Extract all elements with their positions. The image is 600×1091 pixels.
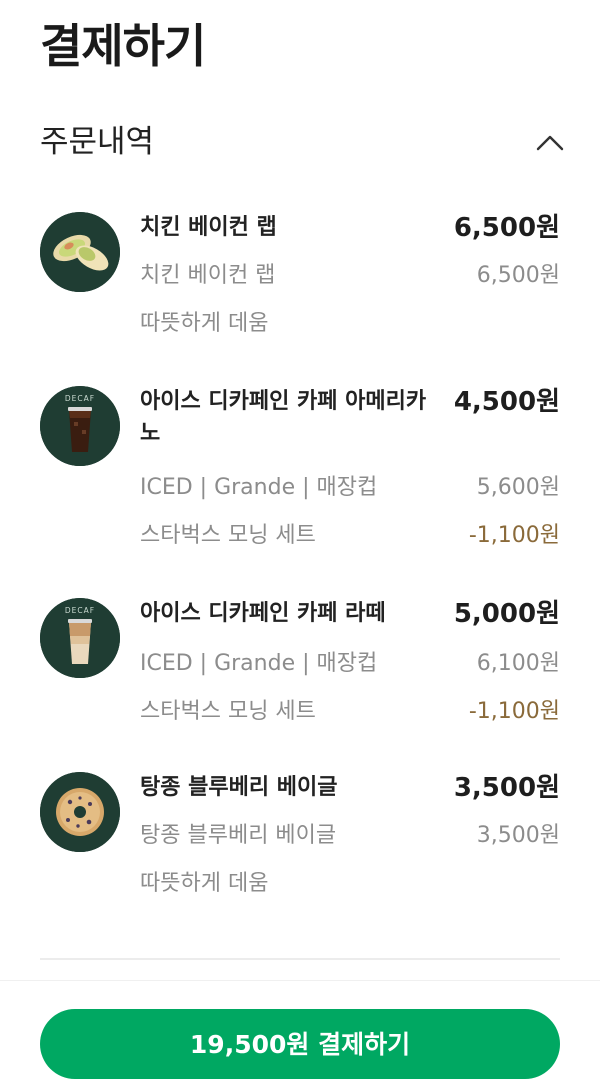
item-name: 탕종 블루베리 베이글 <box>140 775 338 800</box>
decaf-badge-text: DECAF <box>65 606 95 615</box>
pay-button[interactable]: 19,500원 결제하기 <box>40 1009 560 1079</box>
item-name: 아이스 디카페인 카페 라떼 <box>140 601 386 626</box>
discount-label: 스타벅스 모닝 세트 <box>140 523 316 548</box>
item-option-label: 치킨 베이컨 랩 <box>140 263 276 288</box>
discount-label: 스타벅스 모닝 세트 <box>140 699 316 724</box>
blueberry-bagel-image <box>40 772 120 852</box>
item-option-price: 3,500원 <box>476 823 560 848</box>
chicken-bacon-wrap-image <box>40 212 120 292</box>
discount-price: -1,100원 <box>468 523 560 548</box>
discount-price: -1,100원 <box>468 699 560 724</box>
item-price: 5,000원 <box>453 599 560 629</box>
item-price: 3,500원 <box>453 773 560 803</box>
collapse-toggle-button[interactable] <box>530 122 570 162</box>
item-option-price: 6,100원 <box>476 651 560 676</box>
item-price: 4,500원 <box>453 387 560 417</box>
item-option-label: ICED | Grande | 매장컵 <box>140 475 378 500</box>
item-option-label: 따뜻하게 데움 <box>140 871 269 896</box>
item-name: 아이스 디카페인 카페 아메리카노 <box>140 389 427 446</box>
item-option-label: 탕종 블루베리 베이글 <box>140 823 337 848</box>
item-name: 치킨 베이컨 랩 <box>140 215 277 240</box>
iced-decaf-latte-image: DECAF <box>40 598 120 678</box>
item-option-label: ICED | Grande | 매장컵 <box>140 651 378 676</box>
iced-decaf-americano-image: DECAF <box>40 386 120 466</box>
item-option-price: 5,600원 <box>476 475 560 500</box>
bottom-bar: 19,500원 결제하기 <box>0 980 600 1091</box>
item-option-price: 6,500원 <box>476 263 560 288</box>
order-history-title: 주문내역 <box>40 124 155 160</box>
divider <box>40 958 560 960</box>
chevron-up-icon <box>536 135 564 151</box>
decaf-badge-text: DECAF <box>65 394 95 403</box>
item-option-label: 따뜻하게 데움 <box>140 311 269 336</box>
order-history-header[interactable]: 주문내역 <box>40 118 570 166</box>
page-title: 결제하기 <box>40 19 206 73</box>
item-price: 6,500원 <box>453 213 560 243</box>
